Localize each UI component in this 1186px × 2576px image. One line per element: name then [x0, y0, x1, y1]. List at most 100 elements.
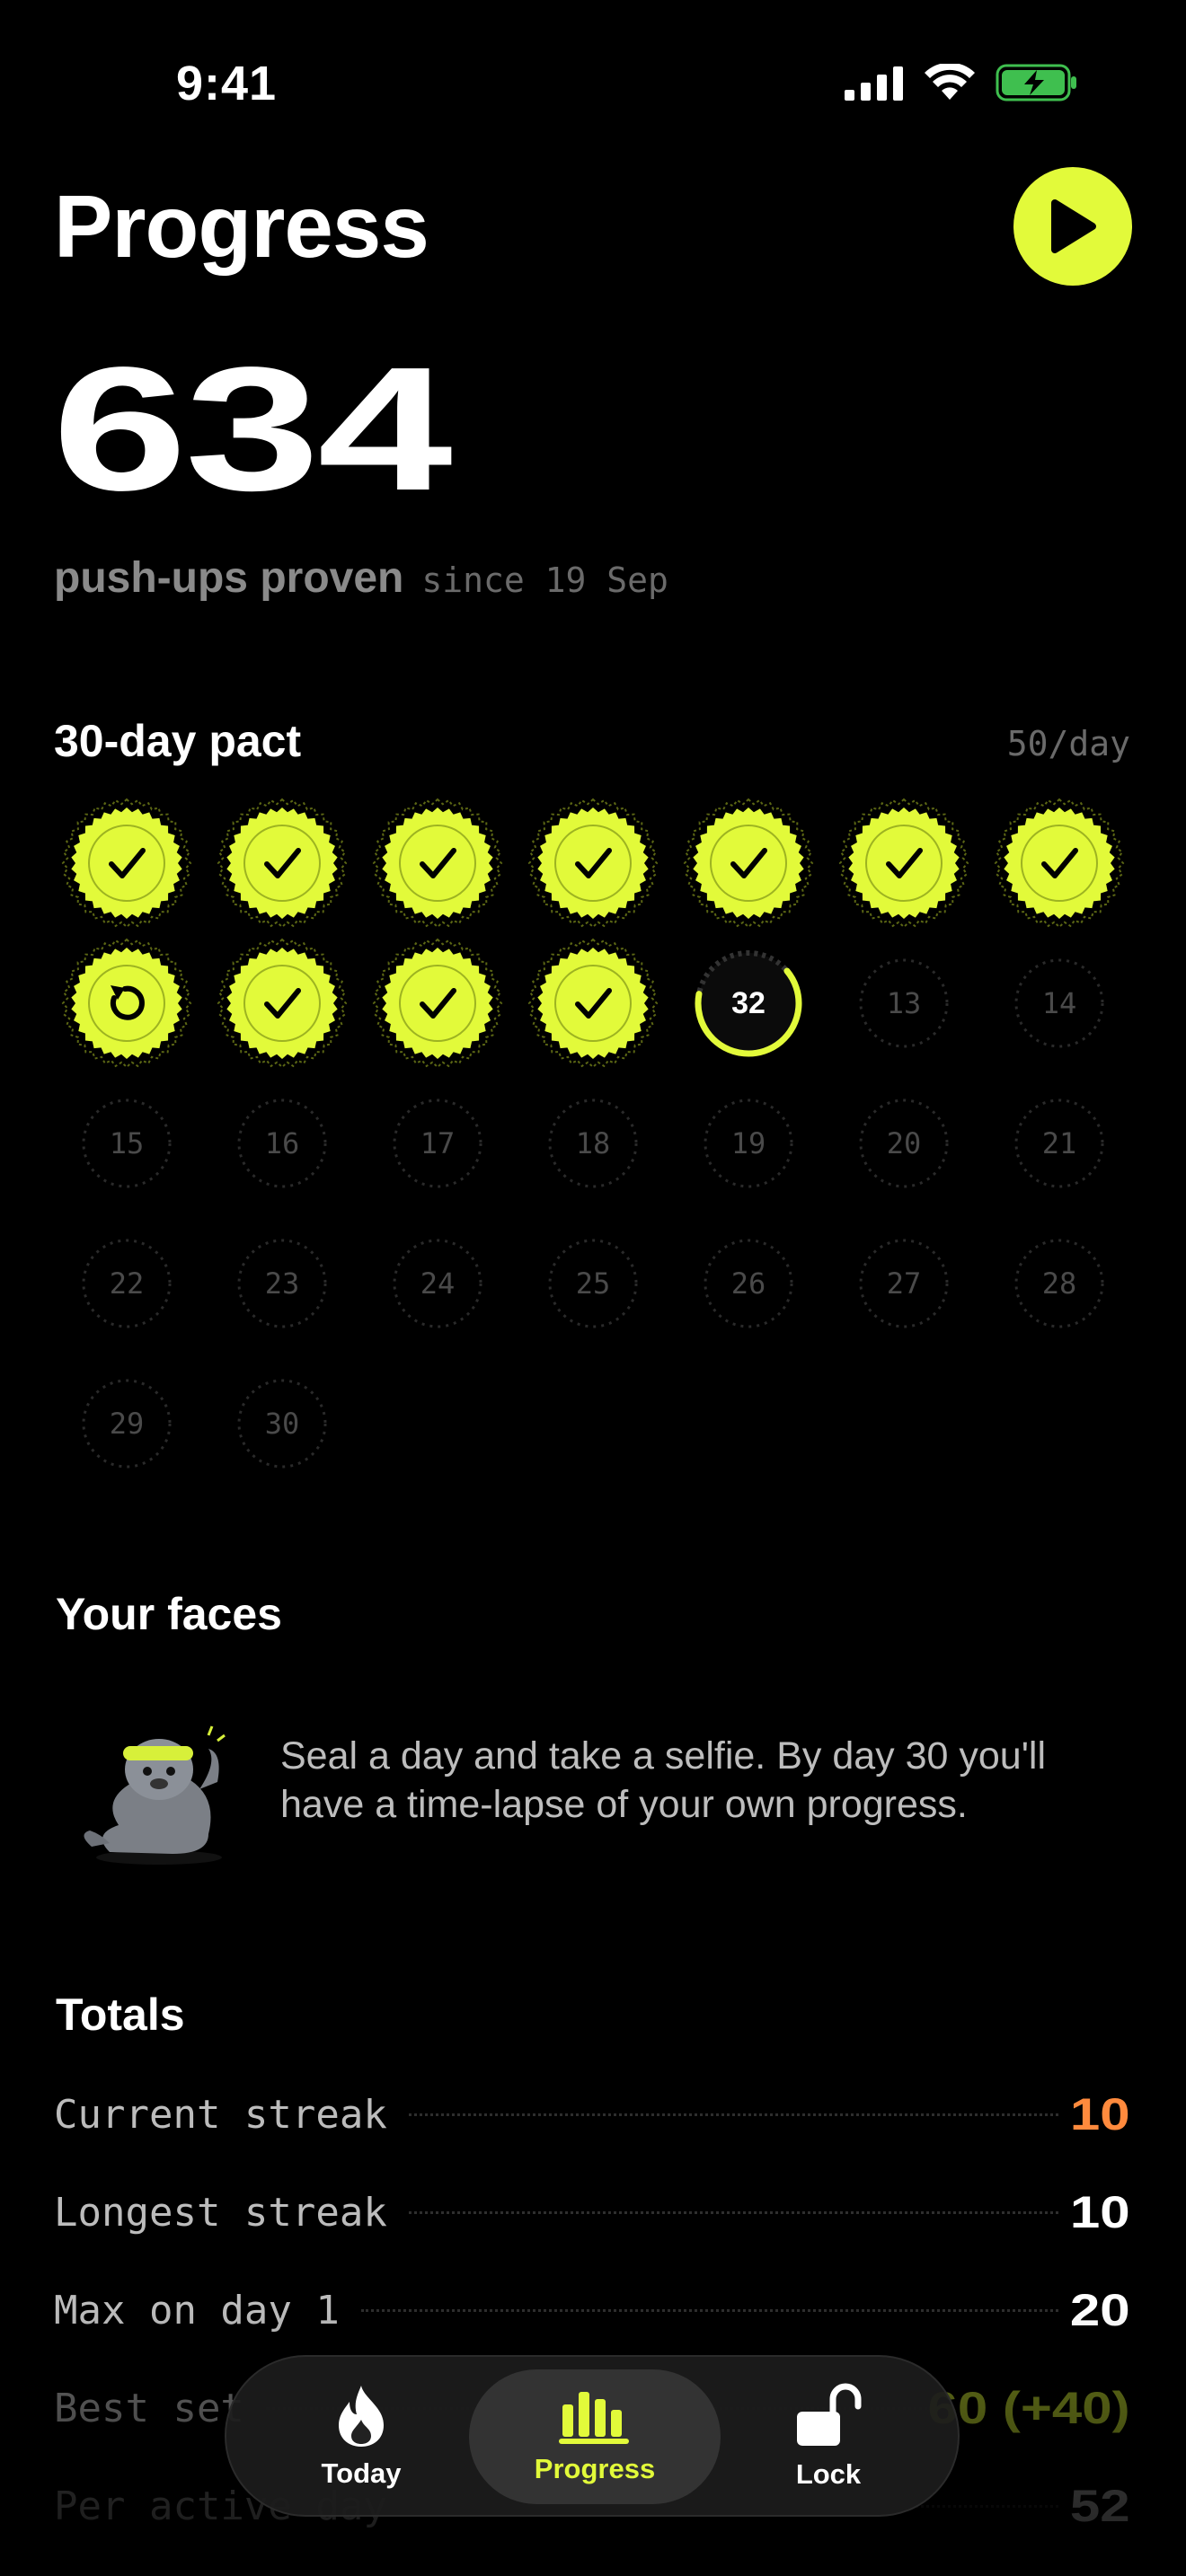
day-number: 30 — [264, 1407, 300, 1441]
pact-day-4[interactable] — [527, 798, 659, 929]
pact-day-16[interactable]: 16 — [217, 1078, 348, 1209]
pact-daily-target: 50/day — [1006, 724, 1130, 763]
total-key: Current streak — [54, 2091, 387, 2138]
pact-day-8[interactable] — [61, 938, 192, 1069]
day-badge-3 — [372, 798, 503, 929]
total-value: 10 — [1070, 2089, 1130, 2139]
play-icon — [1051, 199, 1096, 253]
pact-day-28[interactable]: 28 — [994, 1218, 1125, 1349]
pact-day-18[interactable]: 18 — [527, 1078, 659, 1209]
battery-charging-icon — [996, 64, 1076, 101]
cellular-signal-icon — [845, 66, 903, 101]
day-number: 23 — [264, 1266, 300, 1301]
pact-day-5[interactable] — [683, 798, 814, 929]
pact-day-6[interactable] — [838, 798, 969, 929]
day-badge-7 — [994, 798, 1125, 929]
pact-day-7[interactable] — [994, 798, 1125, 929]
total-key: Longest streak — [54, 2189, 387, 2236]
day-number: 20 — [886, 1126, 922, 1160]
pact-day-29[interactable]: 29 — [61, 1358, 192, 1489]
pact-day-30[interactable]: 30 — [217, 1358, 348, 1489]
pact-day-21[interactable]: 21 — [994, 1078, 1125, 1209]
tab-label: Lock — [795, 2458, 862, 2490]
start-workout-button[interactable] — [1013, 167, 1132, 286]
pact-day-15[interactable]: 15 — [61, 1078, 192, 1209]
totals-title: Totals — [56, 1989, 185, 2040]
day-number: 29 — [109, 1407, 145, 1441]
bar-chart-icon — [559, 2392, 629, 2444]
pact-day-1[interactable] — [61, 798, 192, 929]
day-number: 18 — [575, 1126, 611, 1160]
pact-day-17[interactable]: 17 — [372, 1078, 503, 1209]
day-number: 14 — [1041, 986, 1077, 1020]
pact-day-13[interactable]: 13 — [838, 938, 969, 1069]
day-badge-1 — [61, 798, 192, 929]
pact-day-12[interactable]: 32 — [683, 938, 814, 1069]
leader-dots — [360, 2308, 1059, 2312]
since-date: since 19 Sep — [421, 560, 668, 600]
day-number: 27 — [886, 1266, 922, 1301]
pact-day-9[interactable] — [217, 938, 348, 1069]
day-badge-5 — [683, 798, 814, 929]
tab-lock[interactable]: Lock — [748, 2369, 909, 2504]
day-badge-10 — [372, 938, 503, 1069]
day-number: 22 — [109, 1266, 145, 1301]
day-badge-6 — [838, 798, 969, 929]
day-number: 17 — [420, 1126, 456, 1160]
status-icons — [845, 63, 1078, 102]
page-title: Progress — [54, 177, 429, 276]
pact-day-14[interactable]: 14 — [994, 938, 1125, 1069]
status-time: 9:41 — [176, 57, 278, 110]
faces-description: Seal a day and take a selfie. By day 30 … — [280, 1734, 1047, 1826]
pushups-label: push-ups proven — [54, 554, 404, 602]
day-number: 19 — [730, 1126, 766, 1160]
tab-label: Progress — [534, 2453, 656, 2484]
day-badge-4 — [527, 798, 659, 929]
day-number: 15 — [109, 1126, 145, 1160]
day-number: 26 — [730, 1266, 766, 1301]
pact-day-27[interactable]: 27 — [838, 1218, 969, 1349]
total-pushups-count: 634 — [52, 331, 453, 527]
pact-day-26[interactable]: 26 — [683, 1218, 814, 1349]
tab-progress[interactable]: Progress — [469, 2369, 721, 2504]
leader-dots — [408, 2113, 1059, 2116]
day-badge-11 — [527, 938, 659, 1069]
day-number: 32 — [731, 985, 766, 1020]
pact-day-25[interactable]: 25 — [527, 1218, 659, 1349]
day-number: 24 — [420, 1266, 456, 1301]
pact-title: 30-day pact — [54, 716, 302, 766]
day-badge-2 — [217, 798, 348, 929]
total-row-current-streak: Current streak 10 — [54, 2087, 1130, 2141]
tab-bar: Today Progress Lock — [225, 2355, 960, 2517]
pact-day-10[interactable] — [372, 938, 503, 1069]
day-number: 16 — [264, 1126, 300, 1160]
pact-day-2[interactable] — [217, 798, 348, 929]
leader-dots — [408, 2210, 1059, 2214]
day-number: 13 — [886, 986, 922, 1020]
pact-day-19[interactable]: 19 — [683, 1078, 814, 1209]
total-value: 10 — [1070, 2187, 1130, 2237]
pact-day-23[interactable]: 23 — [217, 1218, 348, 1349]
pact-day-20[interactable]: 20 — [838, 1078, 969, 1209]
unlock-icon — [797, 2383, 862, 2446]
day-number: 21 — [1041, 1126, 1077, 1160]
day-badge-9 — [217, 938, 348, 1069]
tab-today[interactable]: Today — [280, 2369, 442, 2504]
total-value: 52 — [1070, 2481, 1130, 2531]
total-key: Best set — [54, 2385, 244, 2431]
tab-label: Today — [321, 2457, 402, 2489]
faces-title: Your faces — [56, 1589, 282, 1639]
day-number: 25 — [575, 1266, 611, 1301]
total-row-max-day-1: Max on day 1 20 — [54, 2283, 1130, 2337]
total-value: 20 — [1070, 2285, 1130, 2335]
total-key: Max on day 1 — [54, 2287, 340, 2333]
pact-day-24[interactable]: 24 — [372, 1218, 503, 1349]
pact-day-11[interactable] — [527, 938, 659, 1069]
total-row-longest-streak: Longest streak 10 — [54, 2185, 1130, 2239]
pact-day-3[interactable] — [372, 798, 503, 929]
pact-day-22[interactable]: 22 — [61, 1218, 192, 1349]
day-number: 28 — [1041, 1266, 1077, 1301]
wifi-icon — [925, 64, 975, 100]
pushups-summary: push-ups proven since 19 Sep — [54, 553, 668, 603]
day-badge-8 — [61, 938, 192, 1069]
